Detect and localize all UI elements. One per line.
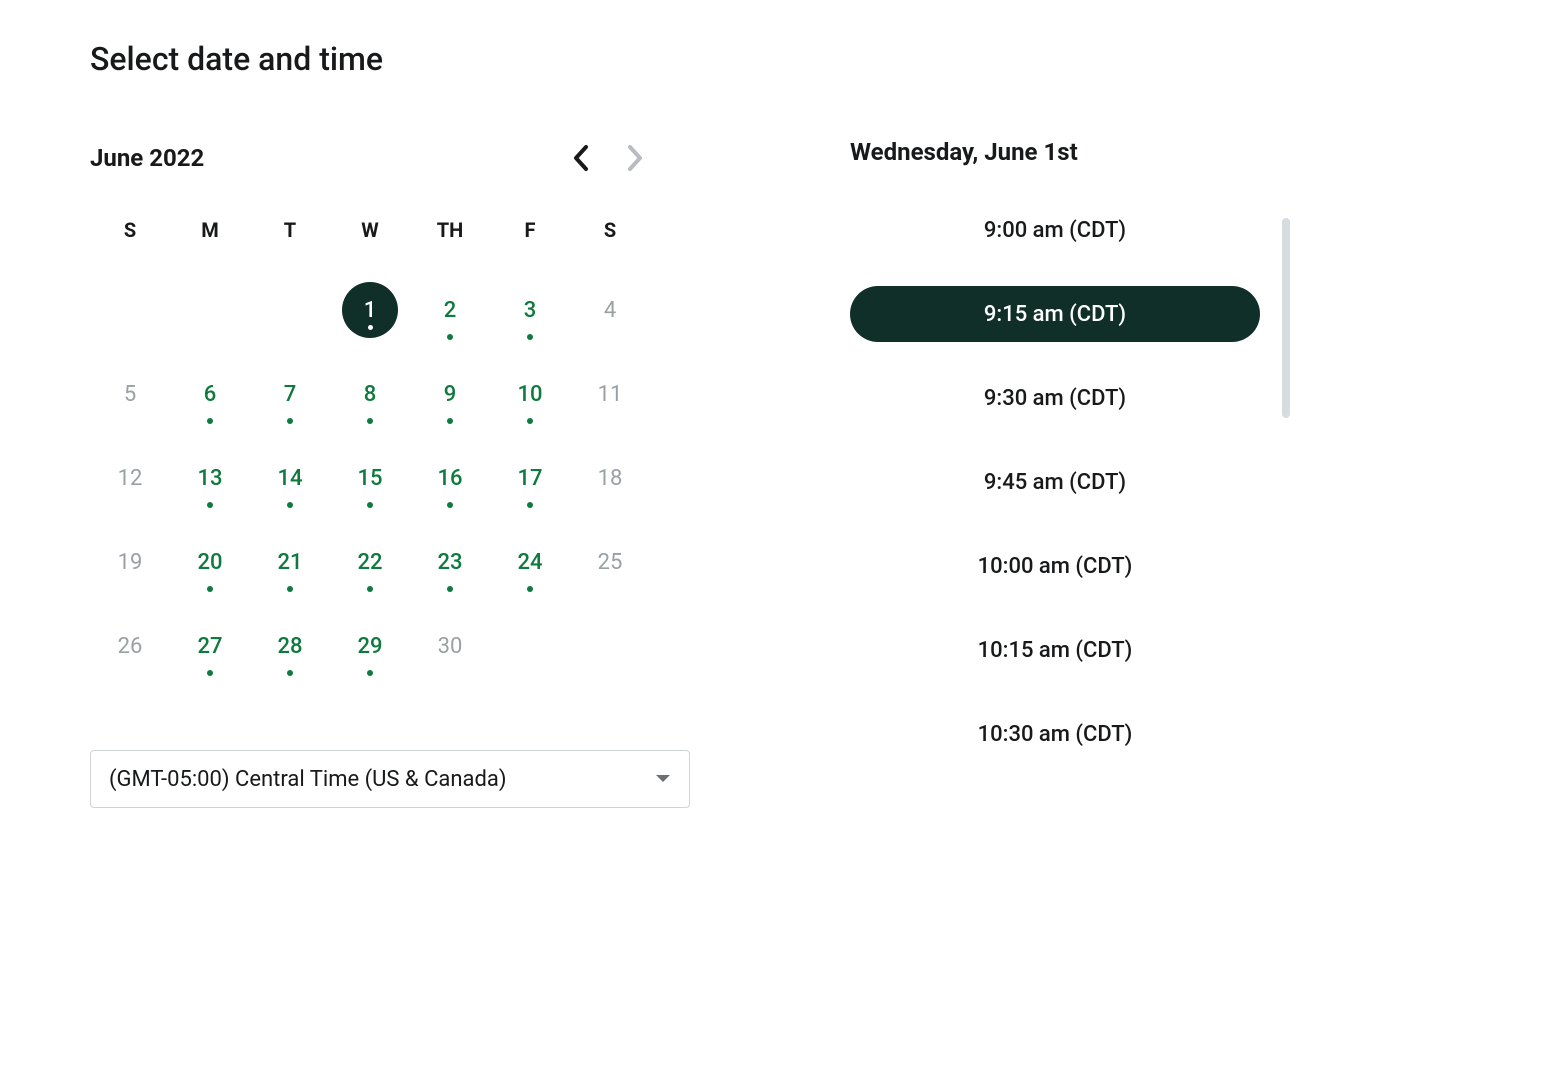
day-of-week-header: M [170,218,250,250]
day-of-week-header: F [490,218,570,250]
calendar-day-30: 30 [410,622,490,670]
calendar-day-number: 13 [197,466,222,491]
calendar-day-17[interactable]: 17 [490,454,570,502]
calendar-day-number: 30 [438,634,463,659]
calendar-day-21[interactable]: 21 [250,538,330,586]
timeslot-option[interactable]: 9:45 am (CDT) [850,454,1260,510]
calendar-day-number: 22 [357,550,382,575]
day-of-week-header: T [250,218,330,250]
calendar-day-number: 2 [444,298,457,323]
scrollbar-thumb[interactable] [1282,218,1290,418]
calendar-day-number: 15 [357,466,382,491]
calendar-day-number: 16 [437,466,462,491]
calendar-month-label: June 2022 [90,144,204,172]
calendar-day-24[interactable]: 24 [490,538,570,586]
calendar-day-number: 6 [204,382,217,407]
prev-month-button[interactable] [566,138,596,178]
calendar-day-14[interactable]: 14 [250,454,330,502]
timeslot-option[interactable]: 10:00 am (CDT) [850,538,1260,594]
calendar-day-26: 26 [90,622,170,670]
timezone-select[interactable]: (GMT-05:00) Central Time (US & Canada) [90,750,690,808]
calendar-day-7[interactable]: 7 [250,370,330,418]
next-month-button[interactable] [620,138,650,178]
calendar-cell-empty [170,286,250,334]
timeslot-option[interactable]: 10:30 am (CDT) [850,706,1260,762]
calendar-day-13[interactable]: 13 [170,454,250,502]
calendar-day-8[interactable]: 8 [330,370,410,418]
calendar-day-number: 4 [604,298,616,323]
calendar-day-28[interactable]: 28 [250,622,330,670]
chevron-right-icon [626,144,644,172]
calendar-day-number: 24 [517,550,542,575]
calendar-day-number: 18 [598,466,623,491]
timeslot-option[interactable]: 9:30 am (CDT) [850,370,1260,426]
calendar-day-9[interactable]: 9 [410,370,490,418]
calendar-day-3[interactable]: 3 [490,286,570,334]
calendar-day-20[interactable]: 20 [170,538,250,586]
page-title: Select date and time [90,40,1462,78]
calendar-day-25: 25 [570,538,650,586]
calendar-day-number: 7 [284,382,297,407]
day-of-week-header: TH [410,218,490,250]
timeslot-option[interactable]: 9:00 am (CDT) [850,202,1260,258]
calendar-day-number: 17 [517,466,542,491]
calendar-day-18: 18 [570,454,650,502]
timeslot-option[interactable]: 10:15 am (CDT) [850,622,1260,678]
calendar-day-number: 1 [364,298,377,323]
calendar-day-number: 14 [277,466,302,491]
calendar-day-number: 26 [118,634,143,659]
calendar-cell-empty [490,622,570,670]
timezone-selected-label: (GMT-05:00) Central Time (US & Canada) [109,767,507,792]
calendar-cell-empty [250,286,330,334]
calendar-day-number: 12 [118,466,143,491]
calendar-day-15[interactable]: 15 [330,454,410,502]
caret-down-icon [655,774,671,784]
calendar-day-number: 28 [277,634,302,659]
calendar-day-number: 10 [517,382,542,407]
calendar-day-number: 25 [598,550,623,575]
calendar-day-4: 4 [570,286,650,334]
calendar-day-10[interactable]: 10 [490,370,570,418]
day-of-week-header: W [330,218,410,250]
calendar: June 2022 SMTWTHFS1234567891011121314151… [90,138,650,808]
calendar-day-16[interactable]: 16 [410,454,490,502]
day-of-week-header: S [570,218,650,250]
calendar-day-2[interactable]: 2 [410,286,490,334]
calendar-day-number: 20 [197,550,222,575]
calendar-day-22[interactable]: 22 [330,538,410,586]
calendar-day-27[interactable]: 27 [170,622,250,670]
calendar-day-29[interactable]: 29 [330,622,410,670]
calendar-day-number: 5 [124,382,136,407]
calendar-day-23[interactable]: 23 [410,538,490,586]
calendar-cell-empty [570,622,650,670]
selected-date-label: Wednesday, June 1st [850,138,1260,166]
calendar-day-number: 3 [524,298,537,323]
chevron-left-icon [572,144,590,172]
calendar-day-number: 29 [357,634,382,659]
calendar-day-number: 19 [118,550,143,575]
calendar-day-number: 9 [444,382,457,407]
calendar-cell-empty [90,286,170,334]
calendar-day-number: 23 [437,550,462,575]
calendar-day-19: 19 [90,538,170,586]
calendar-day-5: 5 [90,370,170,418]
calendar-day-11: 11 [570,370,650,418]
calendar-day-number: 11 [598,382,623,407]
calendar-day-number: 8 [364,382,377,407]
calendar-day-number: 21 [277,550,302,575]
calendar-day-12: 12 [90,454,170,502]
timeslot-panel: Wednesday, June 1st 9:00 am (CDT) 9:15 am… [850,138,1260,808]
timeslot-option[interactable]: 9:15 am (CDT) [850,286,1260,342]
calendar-day-1[interactable]: 1 [342,282,398,338]
calendar-day-number: 27 [197,634,222,659]
calendar-day-6[interactable]: 6 [170,370,250,418]
day-of-week-header: S [90,218,170,250]
